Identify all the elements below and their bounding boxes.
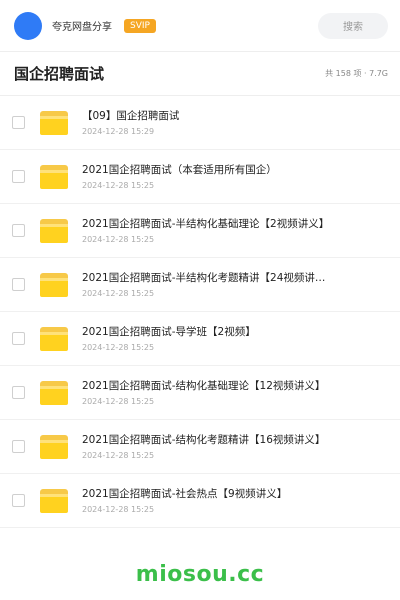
select-checkbox[interactable] <box>12 440 25 453</box>
item-date: 2024-12-28 15:25 <box>82 180 155 190</box>
item-date: 2024-12-28 15:25 <box>82 396 155 406</box>
item-date: 2024-12-28 15:25 <box>82 234 155 244</box>
select-checkbox[interactable] <box>12 494 25 507</box>
item-name: 2021国企招聘面试（本套适用所有国企） <box>82 163 277 176</box>
select-checkbox[interactable] <box>12 386 25 399</box>
list-item[interactable]: 2021国企招聘面试-半结构化基础理论【2视频讲义】 2024-12-28 15… <box>0 204 400 258</box>
folder-icon <box>40 218 68 243</box>
list-item[interactable]: 2021国企招聘面试-结构化基础理论【12视频讲义】 2024-12-28 15… <box>0 366 400 420</box>
search-button[interactable]: 搜索 <box>318 12 388 39</box>
item-date: 2024-12-28 15:29 <box>82 126 155 136</box>
file-list: 【09】国企招聘面试 2024-12-28 15:29 2021国企招聘面试（本… <box>0 96 400 528</box>
item-name: 【09】国企招聘面试 <box>82 109 180 122</box>
item-date: 2024-12-28 15:25 <box>82 504 155 514</box>
list-item[interactable]: 2021国企招聘面试（本套适用所有国企） 2024-12-28 15:25 <box>0 150 400 204</box>
folder-icon <box>40 434 68 459</box>
folder-icon <box>40 110 68 135</box>
folder-icon <box>40 164 68 189</box>
select-checkbox[interactable] <box>12 224 25 237</box>
avatar[interactable] <box>14 11 42 40</box>
item-name: 2021国企招聘面试-半结构化考题精讲【24视频讲… <box>82 271 326 284</box>
list-item[interactable]: 2021国企招聘面试-半结构化考题精讲【24视频讲… 2024-12-28 15… <box>0 258 400 312</box>
sharer-name: 夸克网盘分享 <box>52 22 112 33</box>
item-date: 2024-12-28 15:25 <box>82 288 155 298</box>
watermark-text: miosou.cc <box>135 562 265 587</box>
item-name: 2021国企招聘面试-结构化基础理论【12视频讲义】 <box>82 379 326 392</box>
folder-header: 国企招聘面试 共 158 项 · 7.7G <box>0 52 400 96</box>
item-name: 2021国企招聘面试-社会热点【9视频讲义】 <box>82 487 288 500</box>
folder-icon <box>40 272 68 297</box>
item-name: 2021国企招聘面试-半结构化基础理论【2视频讲义】 <box>82 217 330 230</box>
select-checkbox[interactable] <box>12 332 25 345</box>
search-label: 搜索 <box>343 22 363 33</box>
folder-icon <box>40 326 68 351</box>
folder-meta: 共 158 项 · 7.7G <box>325 69 388 78</box>
select-checkbox[interactable] <box>12 170 25 183</box>
svip-badge: SVIP <box>124 18 156 33</box>
folder-icon <box>40 380 68 405</box>
list-item[interactable]: 2021国企招聘面试-社会热点【9视频讲义】 2024-12-28 15:25 <box>0 474 400 528</box>
page-title: 国企招聘面试 <box>14 65 105 83</box>
item-date: 2024-12-28 15:25 <box>82 450 155 460</box>
list-item[interactable]: 2021国企招聘面试-导学班【2视频】 2024-12-28 15:25 <box>0 312 400 366</box>
list-item[interactable]: 【09】国企招聘面试 2024-12-28 15:29 <box>0 96 400 150</box>
item-name: 2021国企招聘面试-导学班【2视频】 <box>82 325 256 338</box>
select-checkbox[interactable] <box>12 278 25 291</box>
select-checkbox[interactable] <box>12 116 25 129</box>
folder-icon <box>40 488 68 513</box>
item-date: 2024-12-28 15:25 <box>82 342 155 352</box>
list-item[interactable]: 2021国企招聘面试-结构化考题精讲【16视频讲义】 2024-12-28 15… <box>0 420 400 474</box>
top-bar: 夸克网盘分享 SVIP 搜索 <box>0 0 400 52</box>
item-name: 2021国企招聘面试-结构化考题精讲【16视频讲义】 <box>82 433 326 446</box>
